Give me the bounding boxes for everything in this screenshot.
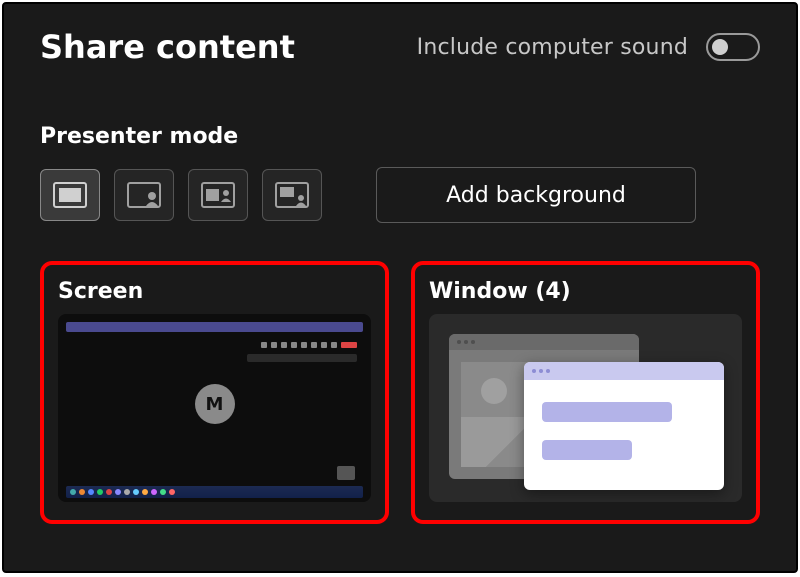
share-sources-row: Screen M Window (4)	[40, 261, 760, 524]
screen-thumb-toolbar	[177, 342, 357, 348]
window-front-line	[542, 402, 672, 422]
share-source-screen[interactable]: Screen M	[40, 261, 389, 524]
reporter-icon	[275, 182, 309, 208]
screen-thumb-titlebar	[66, 322, 363, 332]
window-front-titlebar	[524, 362, 724, 380]
screen-thumb-substrip	[247, 354, 357, 362]
toggle-knob	[712, 39, 728, 55]
side-by-side-icon	[201, 182, 235, 208]
content-only-icon	[53, 182, 87, 208]
include-sound-row: Include computer sound	[417, 33, 760, 61]
header-row: Share content Include computer sound	[40, 28, 760, 66]
presenter-mode-side-by-side[interactable]	[188, 169, 248, 221]
panel-title: Share content	[40, 28, 295, 66]
presenter-modes-row: Add background	[40, 167, 760, 223]
presenter-mode-content-only[interactable]	[40, 169, 100, 221]
window-back-titlebar	[449, 334, 639, 350]
share-source-window[interactable]: Window (4)	[411, 261, 760, 524]
screen-card-title: Screen	[58, 279, 371, 304]
presenter-mode-label: Presenter mode	[40, 124, 760, 149]
window-thumbnail	[429, 314, 742, 502]
window-card-title: Window (4)	[429, 279, 742, 304]
include-sound-label: Include computer sound	[417, 35, 688, 60]
screen-thumb-avatar: M	[195, 384, 235, 424]
add-background-button[interactable]: Add background	[376, 167, 696, 223]
presenter-mode-standout[interactable]	[114, 169, 174, 221]
share-content-panel: Share content Include computer sound Pre…	[2, 2, 798, 573]
screen-thumb-participant-icon	[337, 466, 355, 480]
presenter-mode-reporter[interactable]	[262, 169, 322, 221]
include-sound-toggle[interactable]	[706, 33, 760, 61]
screen-thumb-taskbar	[66, 486, 363, 498]
standout-icon	[127, 182, 161, 208]
window-front-line	[542, 440, 632, 460]
screen-thumbnail: M	[58, 314, 371, 502]
window-thumb-front	[524, 362, 724, 490]
